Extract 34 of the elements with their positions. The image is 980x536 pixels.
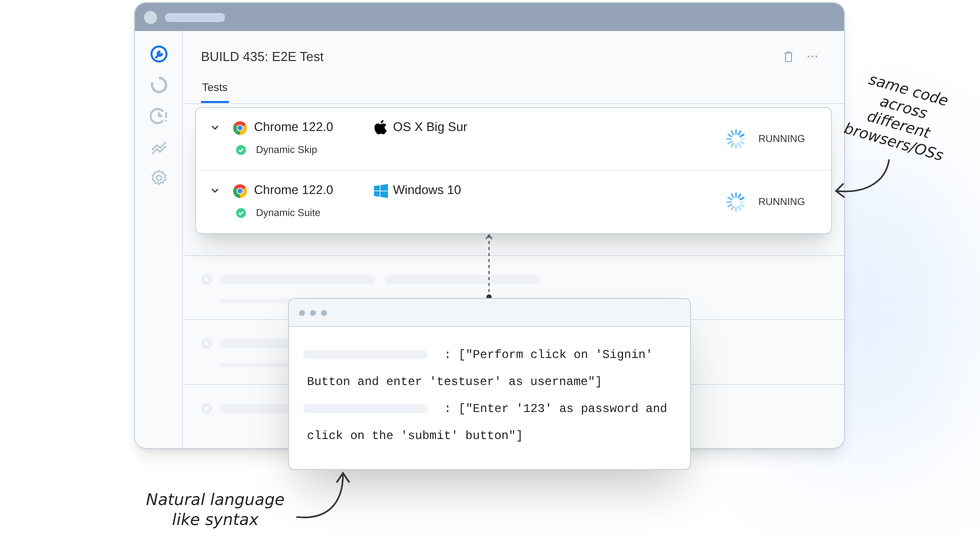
more-icon[interactable] — [807, 55, 818, 58]
clock-alert-icon[interactable] — [150, 107, 168, 125]
browser-name: Chrome 122.0 — [254, 182, 334, 200]
spinner-icon — [726, 129, 746, 149]
code-text: click on the 'submit' button"] — [307, 428, 524, 444]
connector-arrow — [484, 233, 494, 301]
chevron-down-icon[interactable] — [211, 188, 219, 193]
browser-name: Chrome 122.0 — [254, 119, 334, 136]
placeholder-bar — [220, 362, 290, 367]
check-circle-icon — [236, 208, 246, 218]
check-circle-icon — [236, 145, 246, 156]
windows-icon — [374, 184, 388, 198]
tab[interactable]: Tests — [201, 80, 229, 103]
suite-name: Dynamic Skip — [256, 144, 318, 158]
chrome-icon — [233, 184, 247, 198]
chevron-down-icon[interactable] — [211, 125, 219, 130]
code-text: : ["Perform click on 'Signin' — [444, 346, 653, 364]
build-title: BUILD 435: E2E Test — [201, 48, 324, 66]
code-text: : ["Enter '123' as password and — [444, 400, 668, 418]
chrome-icon — [233, 120, 247, 134]
spinner-icon — [726, 192, 746, 212]
apple-icon — [374, 120, 387, 135]
status-label: RUNNING — [758, 132, 805, 146]
delete-icon[interactable] — [784, 51, 793, 62]
os-name: Windows 10 — [393, 182, 462, 200]
ring-icon[interactable] — [150, 76, 168, 94]
code-text: Button and enter 'testuser' as username"] — [307, 374, 602, 390]
settings-icon[interactable] — [150, 169, 168, 187]
status-label: RUNNING — [758, 196, 805, 210]
suite-name: Dynamic Suite — [256, 206, 320, 221]
placeholder-bar — [165, 12, 225, 22]
os-name: OS X Big Sur — [393, 119, 468, 136]
wrench-icon[interactable] — [150, 45, 168, 63]
annotation-text: Natural language like syntax — [146, 490, 285, 530]
